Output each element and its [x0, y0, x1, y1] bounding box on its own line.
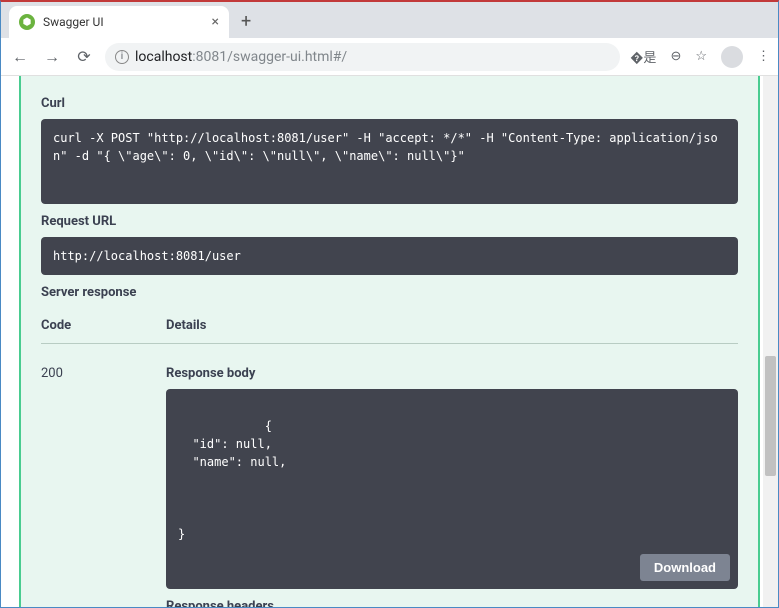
request-url-label: Request URL	[41, 214, 738, 229]
close-tab-icon[interactable]: ×	[212, 14, 219, 30]
zoom-icon[interactable]: ⊖	[670, 49, 681, 64]
bookmark-icon[interactable]: ☆	[695, 49, 707, 64]
browser-toolbar: ← → ⟳ i localhost:8081/swagger-ui.html#/…	[1, 38, 778, 76]
url-path: /swagger-ui.html#/	[227, 49, 347, 65]
response-code: 200	[41, 366, 166, 607]
browser-tab[interactable]: ⬢ Swagger UI ×	[9, 6, 229, 38]
response-table-header: Code Details	[41, 318, 738, 344]
tab-title: Swagger UI	[43, 15, 204, 29]
response-body-text: { "id": null, "name": null, }	[178, 419, 286, 541]
col-code-header: Code	[41, 318, 166, 333]
tab-bar: — ☐ ✕ ⬢ Swagger UI × +	[1, 2, 778, 38]
reload-button[interactable]: ⟳	[73, 46, 95, 68]
curl-command-box[interactable]: curl -X POST "http://localhost:8081/user…	[41, 119, 738, 204]
url-port: :8081	[192, 49, 227, 65]
curl-label: Curl	[41, 96, 738, 111]
response-body-box[interactable]: { "id": null, "name": null, } Download	[166, 389, 738, 589]
translate-icon[interactable]: �是	[630, 47, 656, 66]
swagger-favicon-icon: ⬢	[19, 14, 35, 30]
scrollbar-track[interactable]	[763, 76, 778, 607]
response-headers-label: Response headers	[166, 599, 738, 607]
col-details-header: Details	[166, 318, 206, 333]
browser-window: — ☐ ✕ ⬢ Swagger UI × + ← → ⟳ i localhost…	[0, 0, 779, 608]
page-content: Curl curl -X POST "http://localhost:8081…	[1, 76, 778, 607]
menu-icon[interactable]: ⋮	[757, 49, 770, 64]
response-details: Response body { "id": null, "name": null…	[166, 366, 738, 607]
download-button[interactable]: Download	[640, 554, 730, 581]
swagger-response-panel: Curl curl -X POST "http://localhost:8081…	[19, 76, 760, 607]
profile-avatar[interactable]	[721, 46, 743, 68]
url-host: localhost	[135, 49, 192, 65]
scrollbar-thumb[interactable]	[765, 356, 776, 476]
server-response-label: Server response	[41, 285, 738, 300]
new-tab-button[interactable]: +	[241, 11, 251, 32]
request-url-box[interactable]: http://localhost:8081/user	[41, 237, 738, 275]
response-body-label: Response body	[166, 366, 738, 381]
site-info-icon[interactable]: i	[115, 50, 129, 64]
address-bar[interactable]: i localhost:8081/swagger-ui.html#/	[105, 43, 620, 71]
response-row: 200 Response body { "id": null, "name": …	[41, 366, 738, 607]
back-button[interactable]: ←	[9, 46, 31, 68]
forward-button[interactable]: →	[41, 46, 63, 68]
toolbar-right: �是 ⊖ ☆ ⋮	[630, 46, 770, 68]
